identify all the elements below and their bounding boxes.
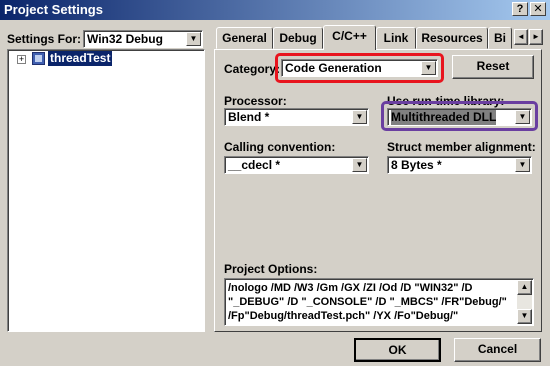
- struct-alignment-label: Struct member alignment:: [387, 140, 536, 154]
- close-button[interactable]: ✕: [530, 2, 546, 16]
- settings-for-label: Settings For:: [7, 32, 81, 46]
- tab-general[interactable]: General: [216, 27, 273, 49]
- struct-alignment-value: 8 Bytes *: [391, 158, 442, 172]
- project-options-label: Project Options:: [224, 262, 318, 276]
- project-options-textarea[interactable]: /nologo /MD /W3 /Gm /GX /ZI /Od /D "WIN3…: [224, 278, 534, 326]
- ok-button[interactable]: OK: [354, 338, 441, 362]
- runtime-library-highlight: [381, 101, 538, 131]
- project-options-text: /nologo /MD /W3 /Gm /GX /ZI /Od /D "WIN3…: [228, 282, 507, 322]
- help-button[interactable]: ?: [512, 2, 528, 16]
- settings-for-value: Win32 Debug: [87, 32, 163, 46]
- processor-dropdown[interactable]: Blend * ▼: [224, 108, 369, 126]
- chevron-down-icon[interactable]: ▼: [352, 158, 367, 172]
- calling-convention-value: __cdecl *: [228, 158, 281, 172]
- calling-convention-dropdown[interactable]: __cdecl * ▼: [224, 156, 369, 174]
- project-settings-window: Project Settings ? ✕ Settings For: Win32…: [0, 0, 550, 366]
- chevron-down-icon[interactable]: ▼: [186, 32, 201, 46]
- struct-alignment-dropdown[interactable]: 8 Bytes * ▼: [387, 156, 532, 174]
- tab-browse-info[interactable]: Bi: [488, 27, 512, 49]
- tree-item-threadtest[interactable]: threadTest: [48, 51, 113, 66]
- tab-link[interactable]: Link: [376, 27, 416, 49]
- chevron-down-icon[interactable]: ▼: [352, 110, 367, 124]
- cancel-button[interactable]: Cancel: [454, 338, 541, 362]
- scroll-down-icon[interactable]: ▼: [517, 309, 532, 324]
- help-icon: ?: [516, 3, 524, 15]
- reset-button[interactable]: Reset: [452, 55, 534, 79]
- category-label: Category:: [224, 62, 281, 76]
- project-icon: [32, 52, 45, 65]
- tab-scroll-left-icon[interactable]: ◄: [514, 29, 528, 45]
- processor-label: Processor:: [224, 94, 287, 108]
- window-title: Project Settings: [4, 2, 103, 17]
- processor-value: Blend *: [228, 110, 270, 124]
- expand-icon[interactable]: +: [17, 55, 26, 64]
- options-scrollbar[interactable]: ▲ ▼: [517, 280, 532, 324]
- tab-resources[interactable]: Resources: [416, 27, 488, 49]
- calling-convention-label: Calling convention:: [224, 140, 336, 154]
- tab-scroll-right-icon[interactable]: ►: [529, 29, 543, 45]
- category-highlight: [275, 53, 444, 83]
- tab-c-cpp[interactable]: C/C++: [323, 25, 376, 50]
- project-tree[interactable]: + threadTest: [7, 49, 205, 332]
- close-icon: ✕: [533, 3, 543, 15]
- chevron-down-icon[interactable]: ▼: [515, 158, 530, 172]
- scroll-up-icon[interactable]: ▲: [517, 280, 532, 295]
- title-bar: Project Settings: [0, 0, 550, 20]
- tab-debug[interactable]: Debug: [273, 27, 323, 49]
- settings-for-dropdown[interactable]: Win32 Debug ▼: [83, 30, 203, 48]
